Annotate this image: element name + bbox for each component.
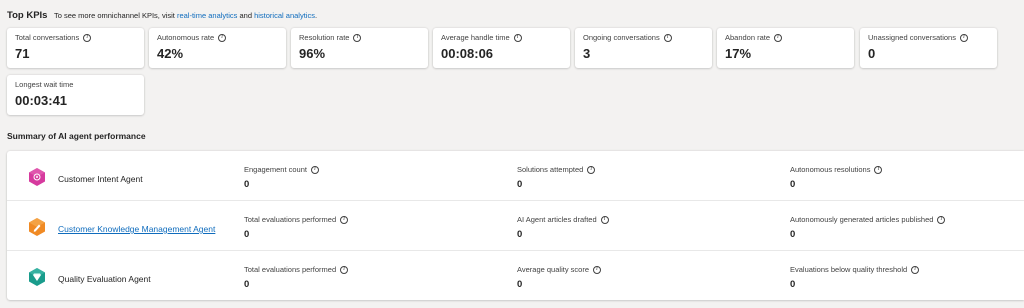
kpi-value: 42% — [157, 46, 184, 61]
kpi-label: Ongoing conversations — [583, 33, 660, 42]
kpi-value: 00:03:41 — [15, 93, 68, 108]
realtime-analytics-link[interactable]: real-time analytics — [177, 11, 237, 20]
metric-value: 0 — [790, 229, 796, 240]
kpi-card-abandon-rate: Abandon rate i 17% — [717, 28, 854, 68]
metric-value: 0 — [244, 279, 250, 290]
info-icon[interactable]: i — [937, 216, 946, 224]
kpi-card-resolution-rate: Resolution rate i 96% — [291, 28, 428, 68]
metric-value: 0 — [244, 229, 250, 240]
info-icon[interactable]: i — [218, 34, 227, 42]
info-icon[interactable]: i — [874, 166, 883, 174]
info-icon[interactable]: i — [774, 34, 783, 42]
metric-articles-drafted: AI Agent articles drafted i 0 — [517, 215, 609, 240]
info-icon[interactable]: i — [353, 34, 362, 42]
metric-label: AI Agent articles drafted — [517, 215, 597, 224]
agent-name: Quality Evaluation Agent — [58, 274, 151, 284]
kpi-label: Resolution rate — [299, 33, 350, 42]
info-icon[interactable]: i — [600, 216, 609, 224]
metric-articles-published: Autonomously generated articles publishe… — [790, 215, 946, 240]
knowledge-management-agent-icon — [29, 218, 45, 236]
metric-label: Autonomous resolutions — [790, 165, 871, 174]
info-icon[interactable]: i — [83, 34, 92, 42]
top-kpis-title: Top KPIs — [7, 10, 48, 21]
agent-summary-panel: Customer Intent Agent Engagement count i … — [7, 151, 1024, 300]
kpi-label: Average handle time — [441, 33, 510, 42]
subtitle-suffix: . — [314, 11, 318, 20]
metric-engagement-count: Engagement count i 0 — [244, 165, 319, 190]
kpi-label: Abandon rate — [725, 33, 771, 42]
agent-name-link[interactable]: Customer Knowledge Management Agent — [58, 224, 215, 234]
metric-label: Evaluations below quality threshold — [790, 265, 908, 274]
agent-row-customer-intent: Customer Intent Agent Engagement count i … — [7, 151, 1024, 201]
kpi-card-longest-wait-time: Longest wait time 00:03:41 — [7, 75, 144, 115]
top-kpis-subtitle: To see more omnichannel KPIs, visit — [53, 11, 177, 20]
info-icon[interactable]: i — [513, 34, 522, 42]
metric-average-quality-score: Average quality score i 0 — [517, 265, 601, 290]
customer-intent-agent-icon — [29, 168, 45, 186]
kpi-value: 3 — [583, 46, 591, 61]
kpi-label: Autonomous rate — [157, 33, 215, 42]
metric-solutions-attempted: Solutions attempted i 0 — [517, 165, 596, 190]
info-icon[interactable]: i — [959, 34, 968, 42]
metric-value: 0 — [790, 179, 796, 190]
top-kpis-header: Top KPIs To see more omnichannel KPIs, v… — [7, 9, 317, 22]
kpi-card-ongoing-conversations: Ongoing conversations i 3 — [575, 28, 712, 68]
info-icon[interactable]: i — [340, 266, 349, 274]
agent-row-knowledge-management: Customer Knowledge Management Agent Tota… — [7, 201, 1024, 251]
kpi-label: Total conversations — [15, 33, 80, 42]
metric-value: 0 — [790, 279, 796, 290]
kpi-card-total-conversations: Total conversations i 71 — [7, 28, 144, 68]
info-icon[interactable]: i — [911, 266, 920, 274]
metric-total-evaluations: Total evaluations performed i 0 — [244, 265, 349, 290]
metric-label: Total evaluations performed — [244, 215, 337, 224]
historical-analytics-link[interactable]: historical analytics — [254, 11, 315, 20]
summary-section-title: Summary of AI agent performance — [7, 131, 146, 141]
info-icon[interactable]: i — [587, 166, 596, 174]
metric-autonomous-resolutions: Autonomous resolutions i 0 — [790, 165, 883, 190]
metric-label: Engagement count — [244, 165, 307, 174]
kpi-value: 96% — [299, 46, 326, 61]
kpi-value: 71 — [15, 46, 30, 61]
agent-row-quality-evaluation: Quality Evaluation Agent Total evaluatio… — [7, 251, 1024, 301]
kpi-label: Longest wait time — [15, 80, 74, 89]
metric-label: Autonomously generated articles publishe… — [790, 215, 934, 224]
metric-value: 0 — [244, 179, 250, 190]
metric-label: Total evaluations performed — [244, 265, 337, 274]
kpi-label: Unassigned conversations — [868, 33, 956, 42]
kpi-value: 17% — [725, 46, 752, 61]
quality-evaluation-agent-icon — [29, 268, 45, 286]
info-icon[interactable]: i — [663, 34, 672, 42]
metric-value: 0 — [517, 179, 523, 190]
kpi-card-autonomous-rate: Autonomous rate i 42% — [149, 28, 286, 68]
kpi-value: 00:08:06 — [441, 46, 494, 61]
metric-label: Average quality score — [517, 265, 589, 274]
metric-below-threshold: Evaluations below quality threshold i 0 — [790, 265, 920, 290]
subtitle-and-text: and — [237, 11, 255, 20]
metric-value: 0 — [517, 279, 523, 290]
info-icon[interactable]: i — [340, 216, 349, 224]
metric-value: 0 — [517, 229, 523, 240]
metric-total-evaluations: Total evaluations performed i 0 — [244, 215, 349, 240]
kpi-card-average-handle-time: Average handle time i 00:08:06 — [433, 28, 570, 68]
info-icon[interactable]: i — [310, 166, 319, 174]
info-icon[interactable]: i — [593, 266, 601, 274]
agent-name: Customer Intent Agent — [58, 174, 143, 184]
kpi-card-unassigned-conversations: Unassigned conversations i 0 — [860, 28, 997, 68]
kpi-value: 0 — [868, 46, 876, 61]
metric-label: Solutions attempted — [517, 165, 584, 174]
